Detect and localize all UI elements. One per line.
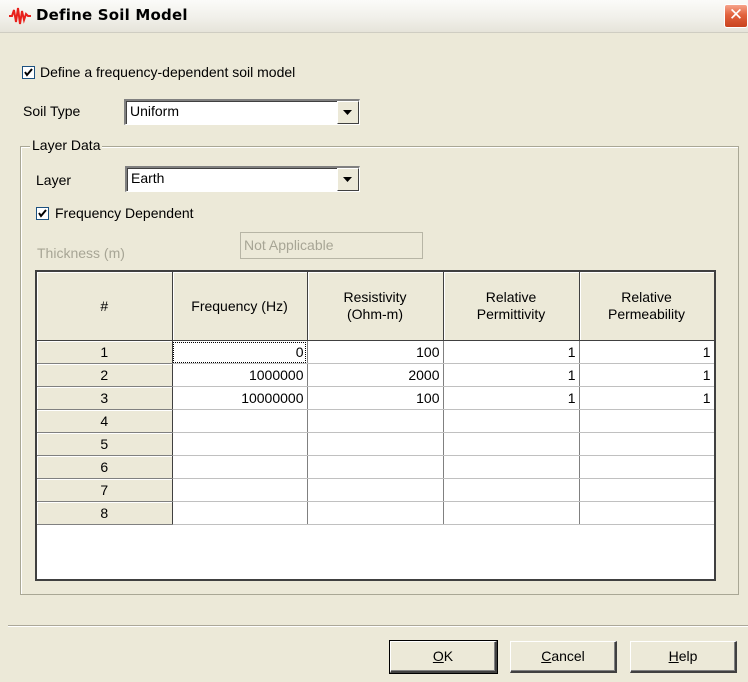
grid-cell[interactable]: [307, 478, 444, 502]
grid-cell[interactable]: 10000000: [172, 386, 308, 410]
column-header-index[interactable]: #: [37, 272, 173, 341]
grid-cell[interactable]: 1: [443, 340, 580, 364]
grid-cell[interactable]: [579, 478, 714, 502]
help-button[interactable]: Help: [630, 641, 737, 673]
close-icon: ✕: [728, 5, 744, 25]
grid-cell[interactable]: 1: [579, 386, 714, 410]
chevron-down-icon: [343, 177, 352, 182]
button-separator: [8, 625, 748, 627]
grid-cell[interactable]: 1: [443, 386, 580, 410]
row-header[interactable]: 5: [37, 432, 173, 456]
freq-model-label[interactable]: Define a frequency-dependent soil model: [40, 64, 295, 80]
grid-cell[interactable]: 100: [307, 340, 444, 364]
close-button[interactable]: ✕: [724, 4, 748, 28]
layer-label: Layer: [36, 172, 72, 188]
grid-cell[interactable]: [579, 455, 714, 479]
layer-select[interactable]: Earth: [125, 166, 360, 192]
grid-cell[interactable]: 1: [443, 363, 580, 387]
grid-cell[interactable]: [172, 455, 308, 479]
thickness-input[interactable]: Not Applicable: [240, 232, 423, 259]
grid-cell[interactable]: [307, 432, 444, 456]
title-bar[interactable]: Define Soil Model ✕: [0, 0, 748, 33]
grid-cell[interactable]: [172, 409, 308, 433]
table-row: 6: [37, 455, 714, 479]
grid-cell[interactable]: [579, 501, 714, 525]
table-row: 5: [37, 432, 714, 456]
grid-cell[interactable]: [579, 409, 714, 433]
row-header[interactable]: 6: [37, 455, 173, 479]
cancel-mnemonic: C: [541, 648, 552, 664]
help-mnemonic: H: [668, 648, 679, 664]
ok-label: K: [443, 648, 454, 664]
grid-cell[interactable]: 2000: [307, 363, 444, 387]
grid-cell[interactable]: 1000000: [172, 363, 308, 387]
grid-cell[interactable]: [443, 432, 580, 456]
table-row: 7: [37, 478, 714, 502]
grid-cell[interactable]: 0: [172, 340, 308, 364]
soil-parameters-grid[interactable]: # Frequency (Hz) Resistivity (Ohm-m) Relati…: [35, 270, 716, 581]
grid-cell[interactable]: [172, 432, 308, 456]
grid-cell[interactable]: [307, 501, 444, 525]
table-row: 8: [37, 501, 714, 525]
table-row: 3 10000000 100 1 1: [37, 386, 714, 410]
layer-dropdown-button[interactable]: [337, 168, 359, 191]
grid-cell[interactable]: [443, 501, 580, 525]
soil-type-value: Uniform: [130, 103, 180, 119]
grid-cell[interactable]: [307, 455, 444, 479]
layer-value: Earth: [131, 170, 165, 186]
cancel-button[interactable]: Cancel: [510, 641, 617, 673]
grid-cell[interactable]: [579, 432, 714, 456]
thickness-label: Thickness (m): [37, 245, 125, 261]
grid-cell[interactable]: [443, 409, 580, 433]
grid-cell[interactable]: 1: [579, 340, 714, 364]
freq-model-checkbox[interactable]: [22, 66, 35, 79]
table-row: 4: [37, 409, 714, 433]
grid-cell[interactable]: [172, 501, 308, 525]
row-header[interactable]: 3: [37, 386, 173, 410]
row-header[interactable]: 8: [37, 501, 173, 525]
layer-data-group-label: Layer Data: [30, 137, 103, 153]
soil-type-select[interactable]: Uniform: [124, 99, 360, 125]
grid-cell[interactable]: 100: [307, 386, 444, 410]
freq-dependent-label[interactable]: Frequency Dependent: [55, 205, 194, 221]
help-label: elp: [678, 648, 698, 664]
column-header-resistivity[interactable]: Resistivity (Ohm-m): [307, 272, 444, 341]
soil-type-label: Soil Type: [23, 103, 81, 119]
row-header[interactable]: 4: [37, 409, 173, 433]
grid-cell[interactable]: [443, 455, 580, 479]
row-header[interactable]: 1: [37, 340, 173, 364]
soil-type-dropdown-button[interactable]: [337, 101, 359, 124]
table-row: 1 0 100 1 1: [37, 340, 714, 364]
column-header-permittivity[interactable]: Relative Permittivity: [443, 272, 580, 341]
window-title: Define Soil Model: [36, 6, 188, 24]
ok-mnemonic: O: [432, 648, 444, 664]
grid-cell[interactable]: [443, 478, 580, 502]
grid-cell[interactable]: [172, 478, 308, 502]
define-soil-model-dialog: Define Soil Model ✕ Define a frequency-d…: [0, 0, 748, 682]
ok-button[interactable]: OK: [389, 640, 498, 674]
column-header-permeability[interactable]: Relative Permeability: [579, 272, 714, 341]
row-header[interactable]: 7: [37, 478, 173, 502]
checkmark-icon: [24, 68, 33, 77]
cancel-label: ancel: [551, 648, 585, 664]
chevron-down-icon: [343, 110, 352, 115]
checkmark-icon: [38, 209, 47, 218]
grid-cell[interactable]: 1: [579, 363, 714, 387]
grid-cell[interactable]: [307, 409, 444, 433]
table-row: 2 1000000 2000 1 1: [37, 363, 714, 387]
column-header-frequency[interactable]: Frequency (Hz): [172, 272, 308, 341]
freq-dependent-checkbox[interactable]: [36, 207, 49, 220]
signal-wave-icon: [9, 7, 31, 25]
row-header[interactable]: 2: [37, 363, 173, 387]
